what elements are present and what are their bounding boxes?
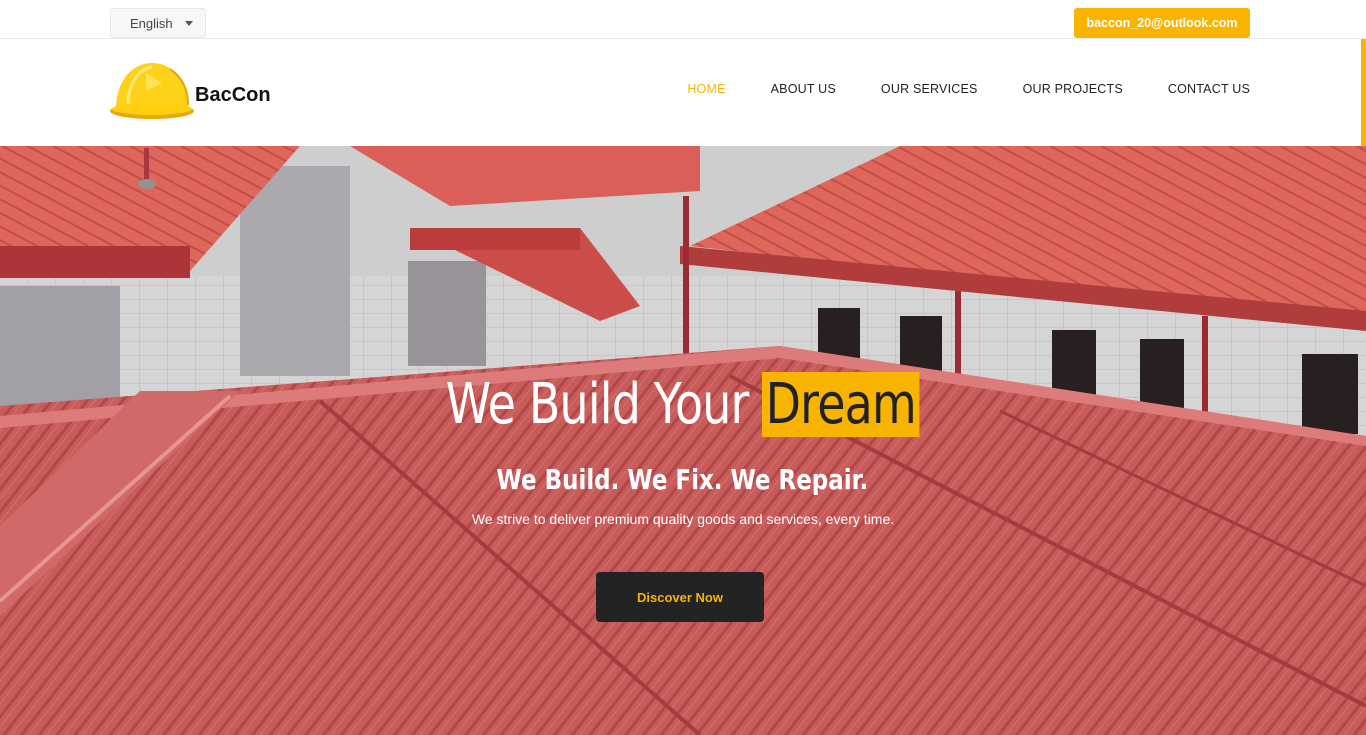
hero-title-highlight: Dream xyxy=(762,372,920,437)
language-select[interactable]: English xyxy=(110,8,206,38)
discover-now-button[interactable]: Discover Now xyxy=(596,572,764,622)
hero-title-prefix: We Build Your xyxy=(445,372,750,437)
hero-description: We strive to deliver premium quality goo… xyxy=(471,511,895,527)
caret-down-icon xyxy=(184,20,193,26)
nav-item-home[interactable]: HOME xyxy=(687,82,725,96)
hero-title: We Build Your Dream xyxy=(122,372,1242,437)
nav-item-our-services[interactable]: OUR SERVICES xyxy=(881,82,978,96)
hero-subtitle: We Build. We Fix. We Repair. xyxy=(496,463,869,496)
nav-item-contact-us[interactable]: CONTACT US xyxy=(1168,82,1250,96)
language-select-value: English xyxy=(130,15,173,31)
brand-logo[interactable]: BacCon xyxy=(110,59,271,121)
scrollbar-accent xyxy=(1361,39,1366,146)
hero-overlay xyxy=(0,146,1366,735)
nav-item-our-projects[interactable]: OUR PROJECTS xyxy=(1023,82,1123,96)
hard-hat-icon xyxy=(110,63,194,119)
top-bar: English baccon_20@outlook.com xyxy=(0,0,1366,39)
hero-section: We Build Your Dream We Build. We Fix. We… xyxy=(0,146,1366,735)
main-navbar: BacCon HOME ABOUT US OUR SERVICES OUR PR… xyxy=(0,39,1366,146)
email-button[interactable]: baccon_20@outlook.com xyxy=(1074,8,1250,38)
brand-name: BacCon xyxy=(195,83,271,106)
nav-item-about-us[interactable]: ABOUT US xyxy=(771,82,836,96)
primary-nav: HOME ABOUT US OUR SERVICES OUR PROJECTS … xyxy=(687,82,1250,96)
